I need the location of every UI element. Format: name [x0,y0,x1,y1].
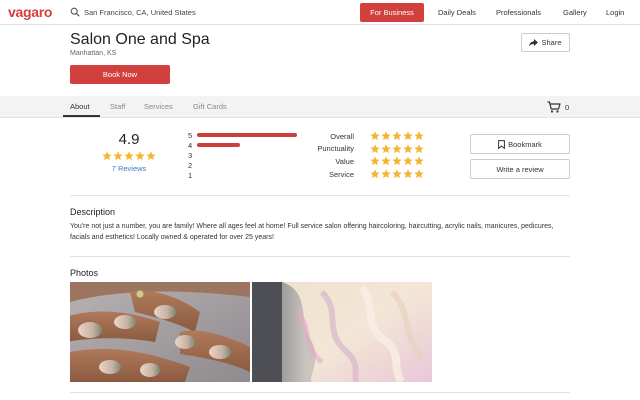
category-rating-row: Overall [300,130,424,142]
reviews-count-link[interactable]: 7 Reviews [99,164,159,173]
description-heading: Description [70,207,116,217]
star-icon [102,151,112,161]
bookmark-label: Bookmark [508,139,542,149]
overall-star-rating [102,151,156,161]
profile-tabs: About Staff Services Gift Cards 0 [0,96,640,118]
distribution-row: 2 [188,160,196,170]
star-icon [135,151,145,161]
category-label: Service [328,169,354,179]
nav-login[interactable]: Login [606,8,624,17]
star-icon [113,151,123,161]
tab-gift-cards[interactable]: Gift Cards [193,102,227,111]
distribution-row: 1 [188,170,196,180]
distribution-label: 4 [188,140,193,150]
photo-nails[interactable] [70,282,250,382]
photo-hair[interactable] [252,282,432,382]
star-icon [403,156,413,166]
distribution-row: 3 [188,150,196,160]
share-arrow-icon [529,38,539,46]
tab-services[interactable]: Services [144,102,173,111]
star-icon [403,144,413,153]
star-icon [392,144,402,153]
salon-name: Salon One and Spa [70,31,210,48]
category-label: Overall [330,131,354,141]
distribution-label: 2 [188,160,193,170]
write-review-button[interactable]: Write a review [470,159,570,179]
star-icon [392,169,402,179]
nav-professionals[interactable]: Professionals [496,8,541,17]
rating-score: 4.9 [118,131,140,148]
star-icon [414,131,424,141]
star-icon [370,156,380,166]
top-navbar: vagaro For Business Daily Deals Professi… [0,0,640,25]
category-stars [370,169,424,179]
for-business-button[interactable]: For Business [360,3,424,22]
share-label: Share [541,38,562,47]
star-icon [381,156,391,166]
cart-count: 0 [565,103,570,112]
star-icon [414,144,424,153]
star-icon [370,144,380,153]
star-icon [381,169,391,179]
salon-location: Manhattan, KS [70,50,117,57]
vagaro-logo[interactable]: vagaro [8,4,52,20]
star-icon [124,151,134,161]
distribution-label: 3 [188,150,193,160]
divider [70,256,570,257]
divider [70,392,570,393]
category-stars [370,131,424,141]
star-icon [403,169,413,179]
distribution-bar [197,143,240,147]
distribution-row: 5 [188,130,297,140]
nav-gallery[interactable]: Gallery [563,8,587,17]
star-icon [414,169,424,179]
bookmark-icon [498,139,506,149]
category-label: Value [335,156,354,166]
nav-daily-deals[interactable]: Daily Deals [438,8,476,17]
star-icon [370,169,380,179]
divider [70,195,570,196]
category-label: Punctuality [317,144,354,154]
share-button[interactable]: Share [521,33,570,52]
star-icon [414,156,424,166]
photos-heading: Photos [70,268,99,278]
star-icon [381,131,391,141]
tab-staff[interactable]: Staff [110,102,125,111]
category-rating-row: Service [300,168,424,180]
category-stars [370,144,424,154]
description-text: You're not just a number, you are family… [70,223,554,241]
star-icon [146,151,156,161]
category-rating-row: Value [300,155,424,167]
category-stars [370,156,424,166]
star-icon [403,131,413,141]
distribution-row: 4 [188,140,240,150]
tab-about[interactable]: About [70,102,90,111]
star-icon [381,144,391,153]
search-icon [70,7,80,17]
distribution-label: 5 [188,130,193,140]
bookmark-button[interactable]: Bookmark [470,134,570,154]
star-icon [392,131,402,141]
star-icon [392,156,402,166]
active-tab-indicator [63,115,100,117]
distribution-bar [197,133,297,137]
star-icon [370,131,380,141]
cart-icon[interactable] [547,101,561,113]
location-search-input[interactable] [84,6,344,19]
book-now-button[interactable]: Book Now [70,65,170,84]
distribution-label: 1 [188,170,193,180]
category-rating-row: Punctuality [300,143,424,155]
